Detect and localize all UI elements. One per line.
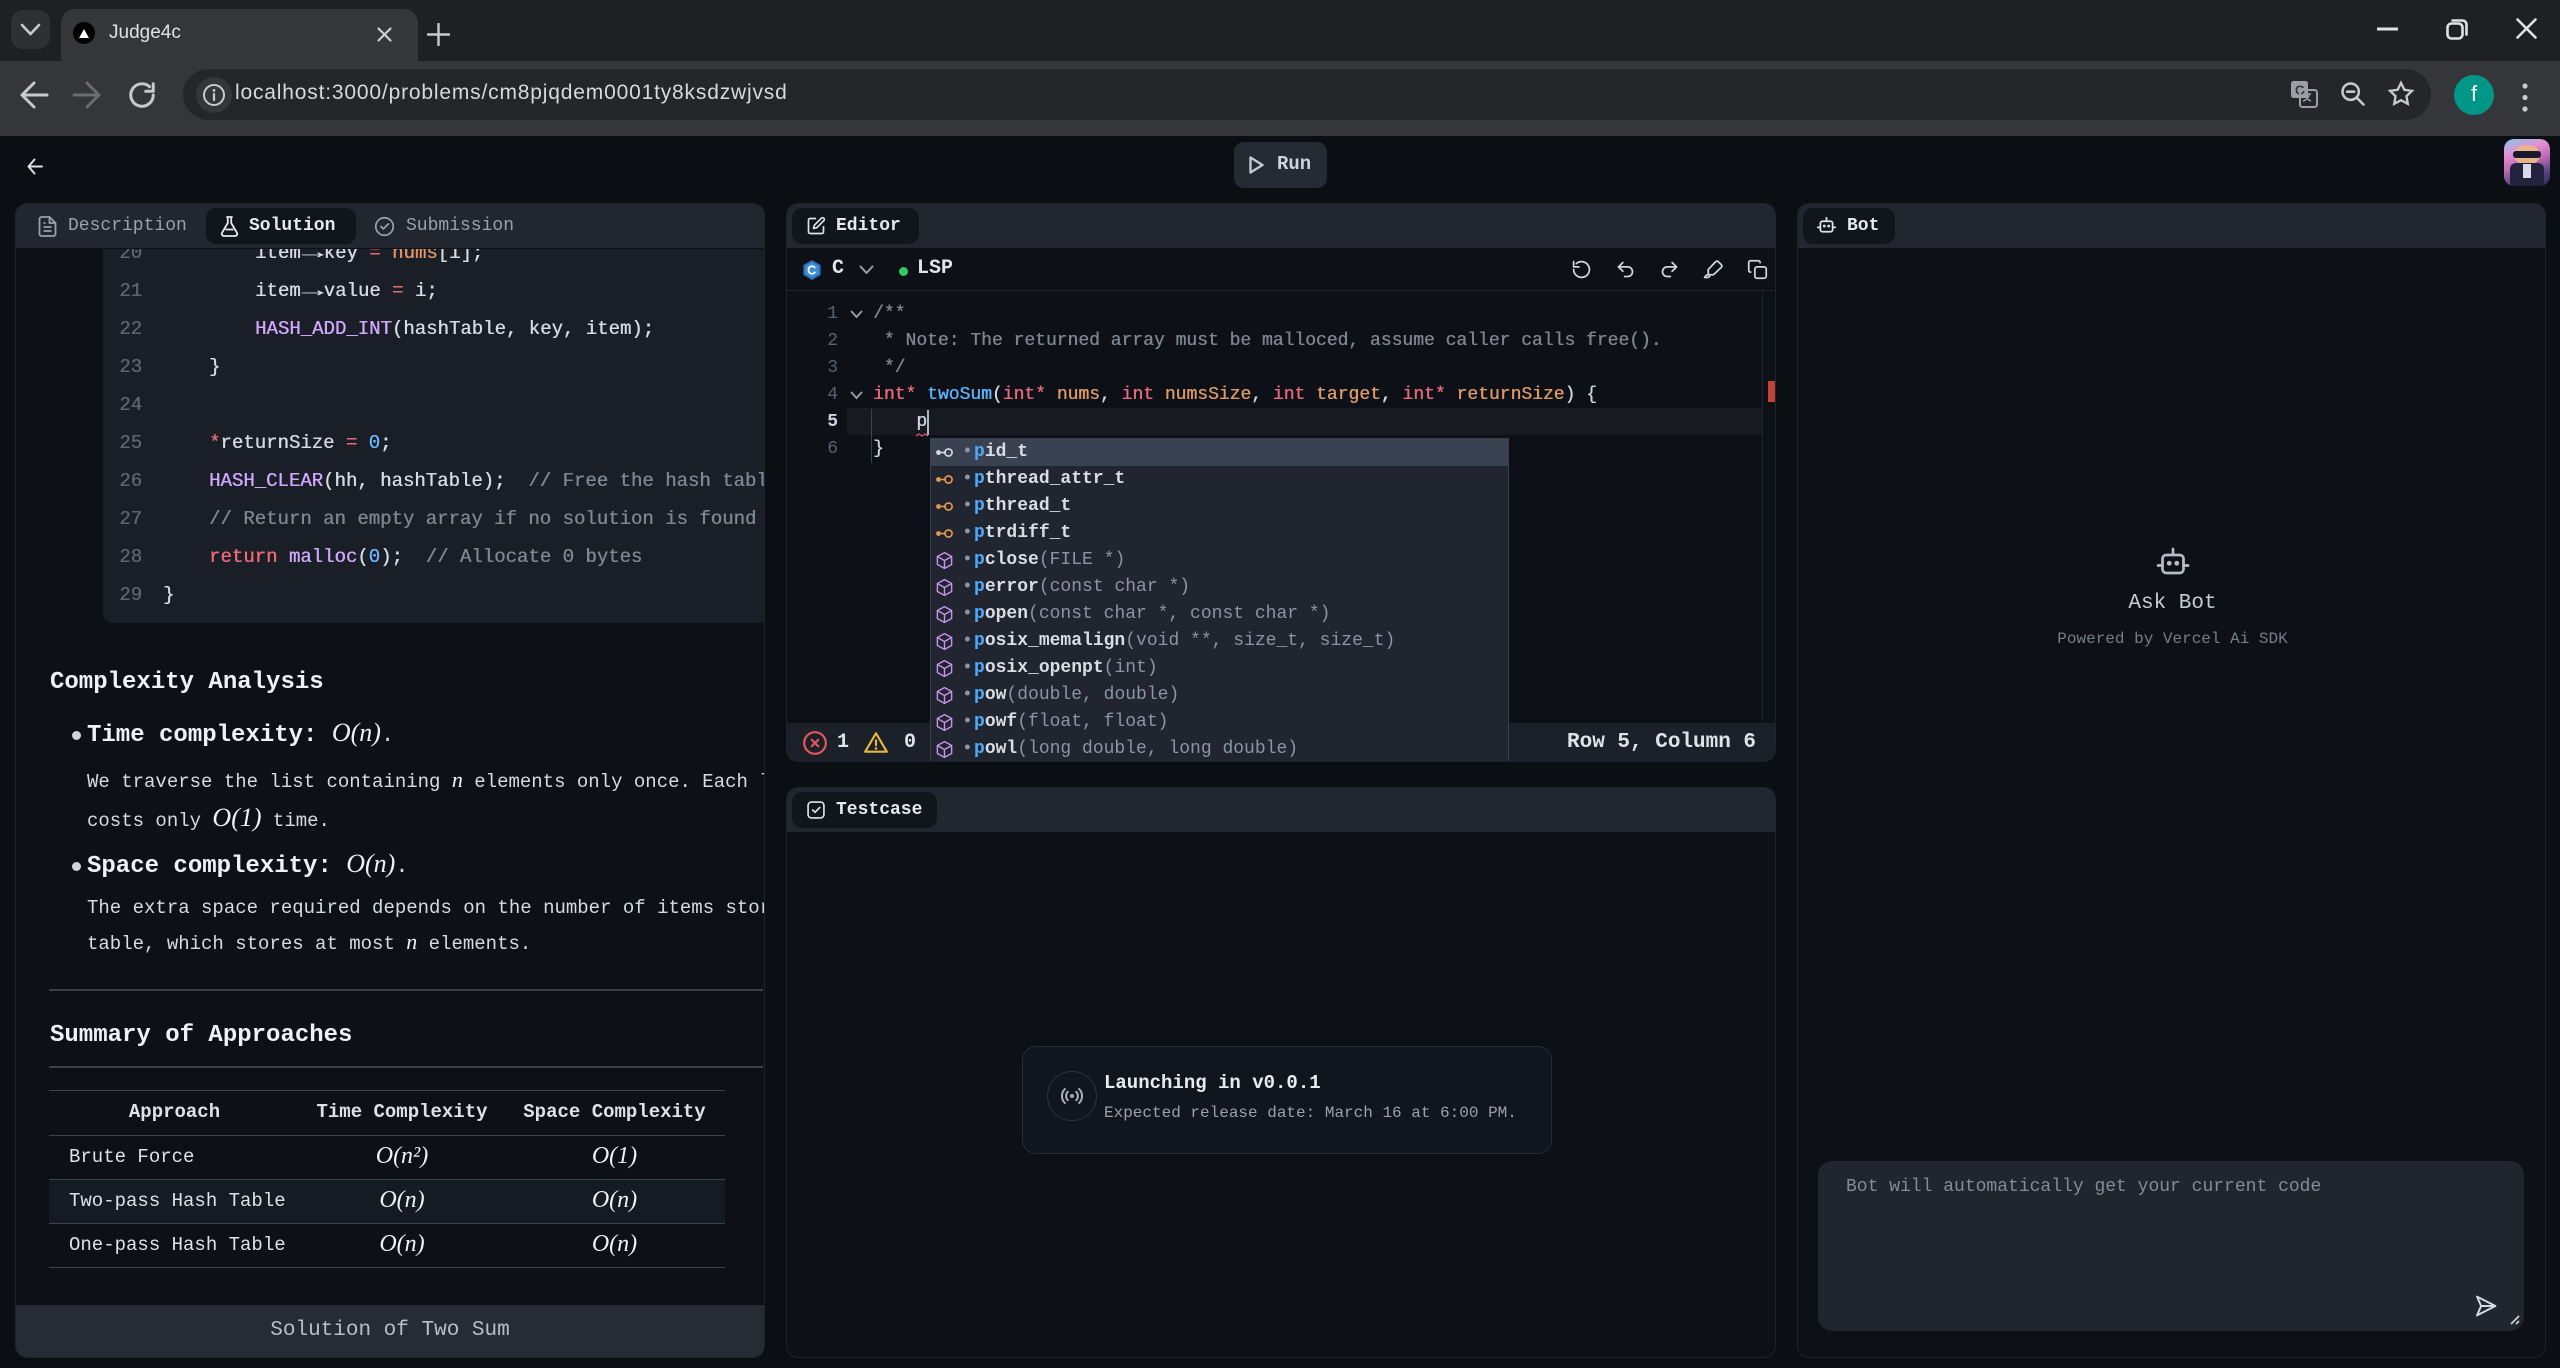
svg-text:C: C — [807, 264, 816, 278]
